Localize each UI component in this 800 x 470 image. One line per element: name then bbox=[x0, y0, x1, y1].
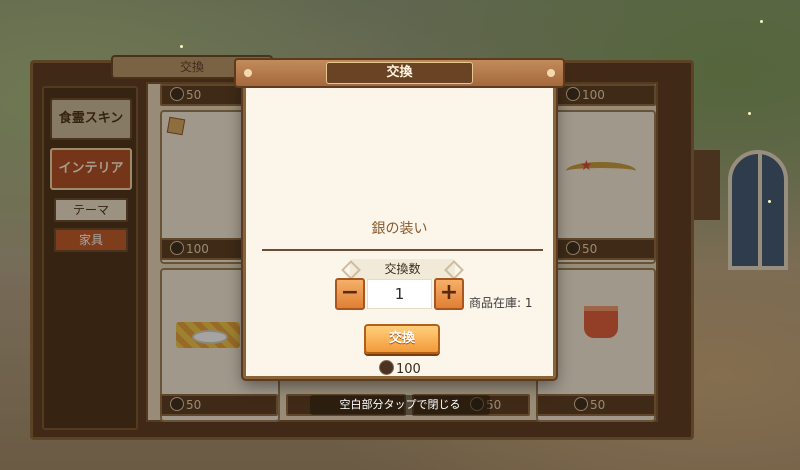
sparkle-icon bbox=[768, 200, 771, 203]
quantity-label: 交換数 bbox=[350, 259, 455, 279]
cost-value: 100 bbox=[396, 362, 421, 377]
coin-icon bbox=[379, 360, 394, 375]
decrease-quantity-button[interactable]: − bbox=[335, 278, 365, 310]
item-name: 銀の装い bbox=[371, 221, 428, 237]
increase-quantity-button[interactable]: + bbox=[434, 278, 464, 310]
sparkle-icon bbox=[748, 112, 751, 115]
divider bbox=[262, 249, 543, 251]
sparkle-icon bbox=[760, 20, 763, 23]
stock-text: 商品在庫: 1 bbox=[469, 296, 533, 310]
dialog-header: 交換 bbox=[234, 58, 565, 88]
exchange-dialog: 銀の装い 交換数 − + 商品在庫: 1 交換 100 bbox=[243, 75, 556, 379]
tap-to-close-hint: 空白部分タップで閉じる bbox=[310, 395, 490, 415]
quantity-input[interactable] bbox=[367, 279, 432, 309]
dialog-title: 交換 bbox=[326, 62, 473, 84]
exchange-button[interactable]: 交換 bbox=[364, 324, 440, 354]
exchange-cost: 100 bbox=[379, 360, 421, 377]
sparkle-icon bbox=[180, 45, 183, 48]
